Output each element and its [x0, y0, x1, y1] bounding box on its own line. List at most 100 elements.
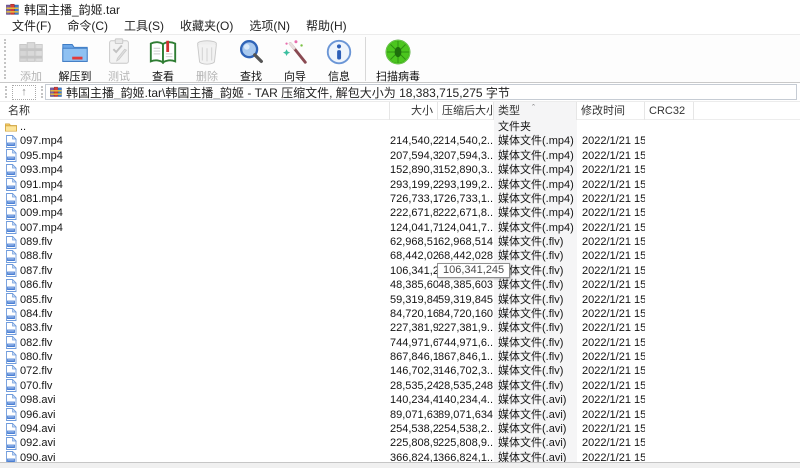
file-row[interactable]: 091.mp4293,199,2...293,199,2...媒体文件(.mp4…	[0, 178, 800, 192]
info-button[interactable]: 信息	[317, 35, 361, 84]
file-crc-cell	[645, 149, 694, 163]
media-file-icon	[5, 437, 17, 450]
column-header-type[interactable]: 类型 ˆ	[494, 102, 577, 120]
view-button[interactable]: 查看	[141, 35, 185, 84]
file-row[interactable]: 009.mp4222,671,8...222,671,8...媒体文件(.mp4…	[0, 206, 800, 220]
file-crc-cell	[645, 221, 694, 235]
file-row[interactable]: 089.flv62,968,51462,968,514媒体文件(.flv)202…	[0, 235, 800, 249]
test-button-label: 测试	[108, 68, 130, 84]
file-filler-cell	[694, 336, 800, 350]
file-row[interactable]: 098.avi140,234,4...140,234,4...媒体文件(.avi…	[0, 393, 800, 407]
file-packed-cell: 68,442,028	[438, 249, 494, 263]
menu-item-tools[interactable]: 工具(S)	[116, 18, 172, 35]
column-header-modified[interactable]: 修改时间	[577, 102, 645, 120]
file-row[interactable]: 007.mp4124,041,7...124,041,7...媒体文件(.mp4…	[0, 221, 800, 235]
status-bar	[0, 462, 800, 468]
file-modified-cell: 2022/1/21 15...	[577, 293, 645, 307]
file-row[interactable]: 096.avi89,071,63489,071,634媒体文件(.avi)202…	[0, 408, 800, 422]
file-row[interactable]: 086.flv48,385,60348,385,603媒体文件(.flv)202…	[0, 278, 800, 292]
file-row[interactable]: 094.avi254,538,2...254,538,2...媒体文件(.avi…	[0, 422, 800, 436]
extract-to-button[interactable]: 解压到	[53, 35, 97, 84]
media-file-icon	[5, 193, 17, 206]
file-size-cell: 744,971,6...	[390, 336, 438, 350]
file-packed-cell: 744,971,6...	[438, 336, 494, 350]
title-bar: 韩国主播_韵姬.tar	[0, 0, 800, 18]
toolbar: 添加 解压到 测试 查看 删除	[0, 35, 800, 83]
file-modified-cell: 2022/1/21 15...	[577, 178, 645, 192]
file-row[interactable]: 085.flv59,319,84559,319,845媒体文件(.flv)202…	[0, 293, 800, 307]
file-type-cell: 媒体文件(.flv)	[494, 336, 577, 350]
file-size-cell: 214,540,2...	[390, 134, 438, 148]
menu-item-commands[interactable]: 命令(C)	[59, 18, 116, 35]
file-row[interactable]: 080.flv867,846,1...867,846,1...媒体文件(.flv…	[0, 350, 800, 364]
delete-button[interactable]: 删除	[185, 35, 229, 84]
column-headers: 名称 大小 压缩后大小 类型 ˆ 修改时间 CRC32	[0, 102, 800, 120]
file-filler-cell	[694, 178, 800, 192]
file-modified-cell: 2022/1/21 15...	[577, 264, 645, 278]
media-file-icon	[5, 293, 17, 306]
column-header-packed[interactable]: 压缩后大小	[438, 102, 494, 120]
toolbar-separator	[365, 37, 366, 81]
file-row[interactable]: 092.avi225,808,9...225,808,9...媒体文件(.avi…	[0, 436, 800, 450]
file-packed-cell	[438, 120, 494, 134]
file-name-cell: 072.flv	[0, 364, 390, 378]
file-name-cell: 086.flv	[0, 278, 390, 292]
menu-item-favorites[interactable]: 收藏夹(O)	[172, 18, 241, 35]
up-button[interactable]: ↑	[12, 85, 36, 100]
add-button[interactable]: 添加	[9, 35, 53, 84]
file-filler-cell	[694, 293, 800, 307]
file-modified-cell: 2022/1/21 15...	[577, 307, 645, 321]
address-box[interactable]: 韩国主播_韵姬.tar\韩国主播_韵姬 - TAR 压缩文件, 解包大小为 18…	[45, 84, 797, 100]
file-name: 092.avi	[20, 436, 55, 450]
file-type-cell: 媒体文件(.mp4)	[494, 134, 577, 148]
file-row[interactable]: ..文件夹	[0, 120, 800, 134]
file-size-cell: 222,671,8...	[390, 206, 438, 220]
file-name: 094.avi	[20, 422, 55, 436]
file-crc-cell	[645, 264, 694, 278]
file-filler-cell	[694, 350, 800, 364]
media-file-icon	[5, 394, 17, 407]
file-crc-cell	[645, 163, 694, 177]
file-packed-cell: 293,199,2...	[438, 178, 494, 192]
file-row[interactable]: 083.flv227,381,9...227,381,9...媒体文件(.flv…	[0, 321, 800, 335]
test-button[interactable]: 测试	[97, 35, 141, 84]
file-name: 072.flv	[20, 364, 52, 378]
file-type-cell: 媒体文件(.mp4)	[494, 206, 577, 220]
file-name-cell: 095.mp4	[0, 149, 390, 163]
column-header-crc32[interactable]: CRC32	[645, 102, 694, 120]
file-size-cell: 124,041,7...	[390, 221, 438, 235]
media-file-icon	[5, 408, 17, 421]
column-header-name[interactable]: 名称	[0, 102, 390, 120]
file-name-cell: 093.mp4	[0, 163, 390, 177]
file-name-cell: 088.flv	[0, 249, 390, 263]
file-name-cell: 009.mp4	[0, 206, 390, 220]
file-size-cell: 68,442,028	[390, 249, 438, 263]
menu-item-help[interactable]: 帮助(H)	[298, 18, 355, 35]
file-modified-cell: 2022/1/21 15...	[577, 149, 645, 163]
file-type-cell: 媒体文件(.flv)	[494, 235, 577, 249]
file-list: ..文件夹097.mp4214,540,2...214,540,2...媒体文件…	[0, 120, 800, 465]
file-row[interactable]: 095.mp4207,594,3...207,594,3...媒体文件(.mp4…	[0, 149, 800, 163]
media-file-icon	[5, 336, 17, 349]
column-header-size[interactable]: 大小	[390, 102, 438, 120]
find-button[interactable]: 查找	[229, 35, 273, 84]
file-row[interactable]: 082.flv744,971,6...744,971,6...媒体文件(.flv…	[0, 336, 800, 350]
file-row[interactable]: 097.mp4214,540,2...214,540,2...媒体文件(.mp4…	[0, 134, 800, 148]
file-row[interactable]: 093.mp4152,890,3...152,890,3...媒体文件(.mp4…	[0, 163, 800, 177]
file-row[interactable]: 084.flv84,720,16084,720,160媒体文件(.flv)202…	[0, 307, 800, 321]
file-row[interactable]: 088.flv68,442,02868,442,028媒体文件(.flv)202…	[0, 249, 800, 263]
file-row[interactable]: 070.flv28,535,24828,535,248媒体文件(.flv)202…	[0, 379, 800, 393]
file-type-cell: 媒体文件(.avi)	[494, 422, 577, 436]
file-name-cell: 070.flv	[0, 379, 390, 393]
file-row[interactable]: 087.flv106,341,2...106,341,2...媒体文件(.flv…	[0, 264, 800, 278]
menu-item-options[interactable]: 选项(N)	[241, 18, 298, 35]
file-modified-cell: 2022/1/21 15...	[577, 408, 645, 422]
wizard-button[interactable]: 向导	[273, 35, 317, 84]
file-row[interactable]: 081.mp4726,733,1...726,733,1...媒体文件(.mp4…	[0, 192, 800, 206]
media-file-icon	[5, 207, 17, 220]
file-modified-cell: 2022/1/21 15...	[577, 336, 645, 350]
menu-item-file[interactable]: 文件(F)	[4, 18, 59, 35]
scan-virus-button[interactable]: 扫描病毒	[370, 35, 426, 84]
file-row[interactable]: 072.flv146,702,3...146,702,3...媒体文件(.flv…	[0, 364, 800, 378]
file-name-cell: 084.flv	[0, 307, 390, 321]
